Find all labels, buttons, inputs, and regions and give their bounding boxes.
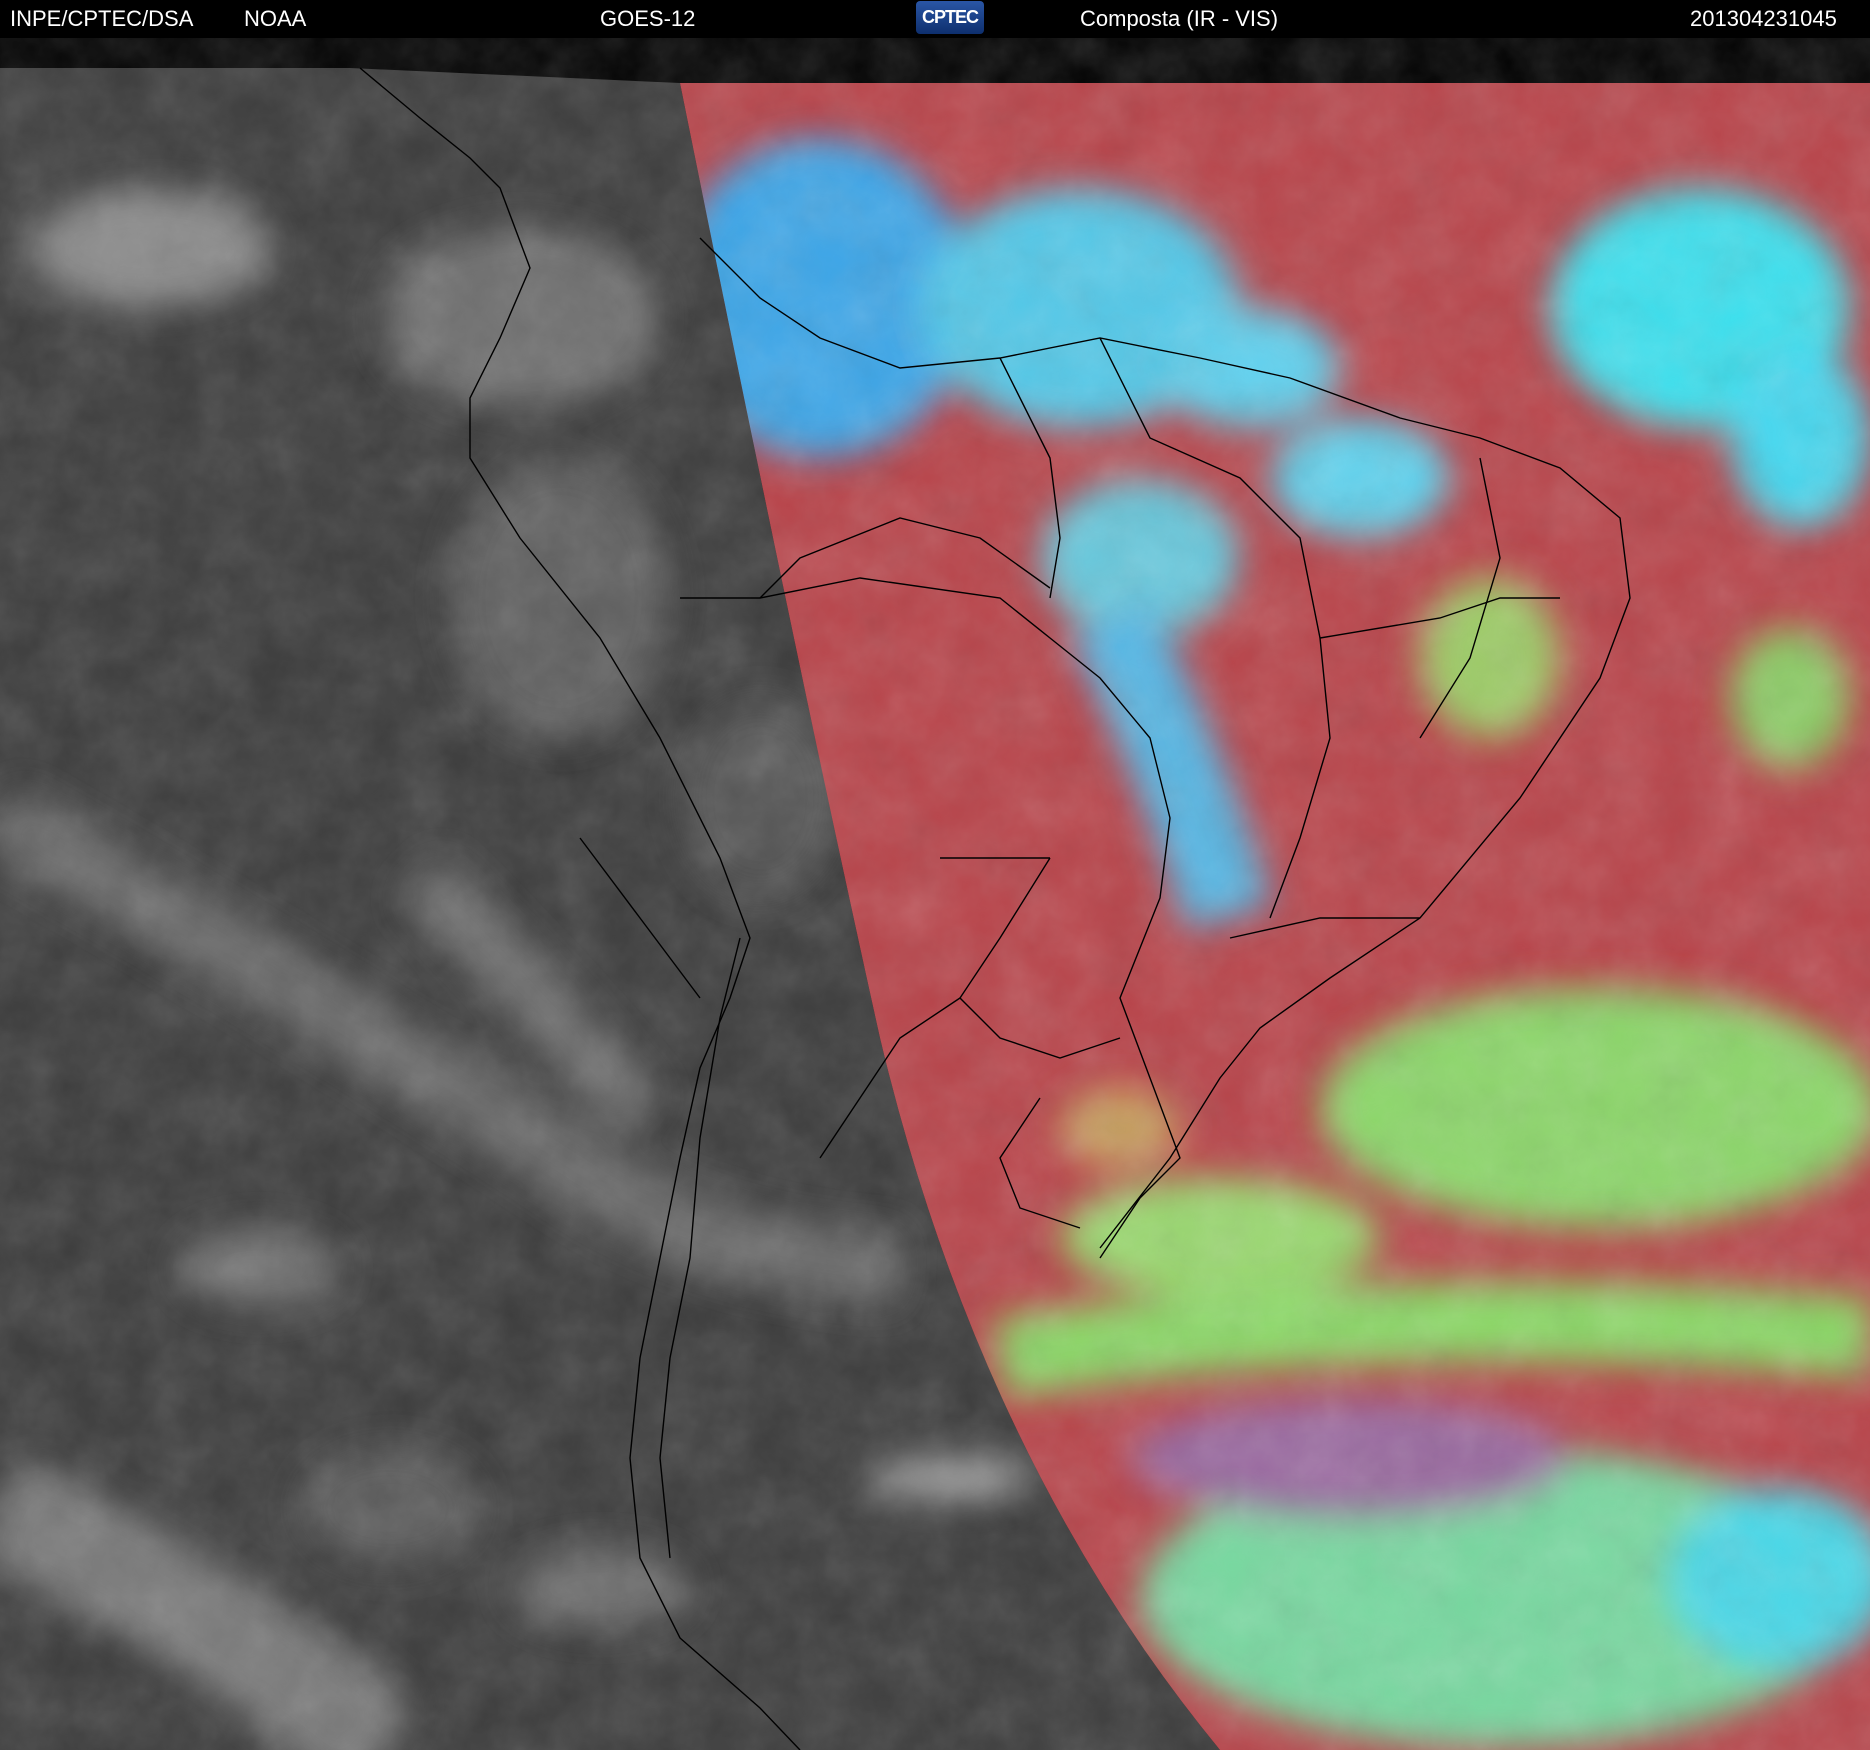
- satellite-image: [0, 38, 1870, 1750]
- satellite-label: GOES-12: [600, 6, 696, 31]
- cptec-logo: CPTEC: [916, 1, 984, 34]
- partner-label: NOAA: [244, 6, 307, 31]
- product-label: Composta (IR - VIS): [1080, 6, 1279, 31]
- texture-overlay: [0, 38, 1870, 1750]
- timestamp-label: 201304231045: [1690, 6, 1837, 31]
- satellite-composite-map: [0, 38, 1870, 1750]
- image-header: INPE/CPTEC/DSA NOAA GOES-12 CPTEC Compos…: [0, 0, 1870, 38]
- agency-label: INPE/CPTEC/DSA: [10, 6, 194, 31]
